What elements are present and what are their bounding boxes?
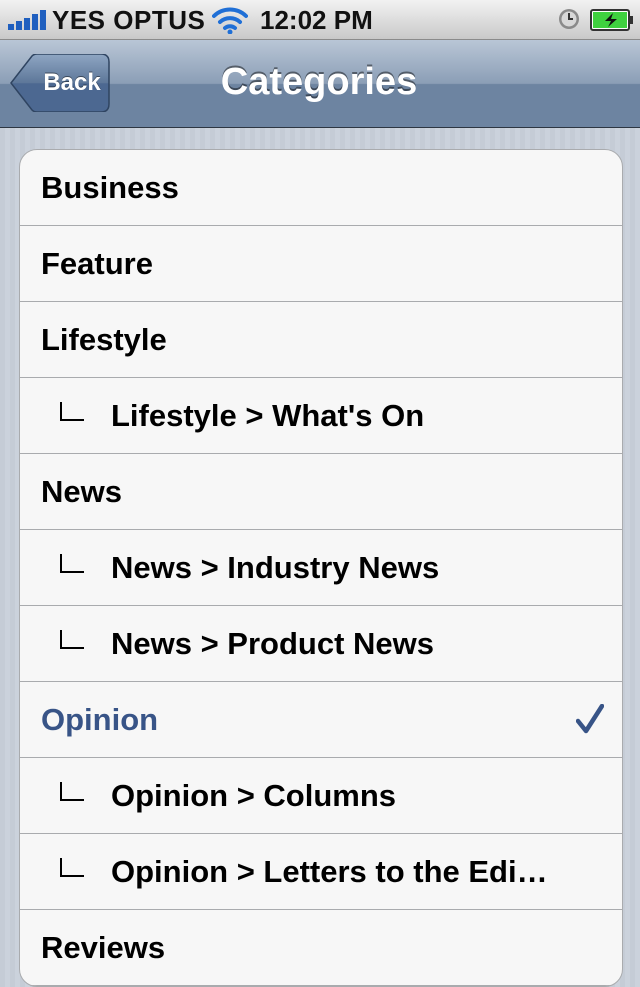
- checkmark-icon: [576, 704, 604, 734]
- back-button-label: Back: [43, 69, 101, 96]
- category-row[interactable]: News: [20, 454, 622, 530]
- category-label: Business: [41, 170, 179, 205]
- signal-bars-icon: [8, 10, 46, 30]
- subcategory-indent-icon: [60, 858, 84, 877]
- subcategory-indent-icon: [60, 630, 84, 649]
- status-bar: YES OPTUS 12:02 PM: [0, 0, 640, 40]
- subcategory-indent-icon: [60, 402, 84, 421]
- alarm-clock-icon: [559, 9, 579, 29]
- category-row[interactable]: Business: [20, 150, 622, 226]
- category-label: Opinion: [41, 702, 159, 737]
- category-row[interactable]: Lifestyle: [20, 302, 622, 378]
- category-row[interactable]: Opinion: [20, 682, 622, 758]
- carrier-name: YES OPTUS: [52, 5, 206, 35]
- category-label: News: [41, 474, 122, 509]
- status-time: 12:02 PM: [260, 5, 373, 35]
- category-label: Opinion > Letters to the Edi…: [111, 854, 548, 889]
- category-list: Business Feature Lifestyle Lifestyle > What…: [19, 149, 623, 987]
- wifi-icon: [212, 7, 248, 34]
- navigation-bar: Back Categories: [0, 40, 640, 128]
- category-row[interactable]: Opinion > Columns: [20, 758, 622, 834]
- category-row[interactable]: Feature: [20, 226, 622, 302]
- category-label: Reviews: [41, 930, 166, 965]
- subcategory-indent-icon: [60, 554, 84, 573]
- category-row[interactable]: Opinion > Letters to the Edi…: [20, 834, 622, 910]
- battery-charging-icon: [590, 9, 633, 31]
- category-row[interactable]: News > Product News: [20, 606, 622, 682]
- category-label: Opinion > Columns: [111, 778, 397, 813]
- category-label: Lifestyle: [41, 322, 167, 357]
- page-title: Categories: [220, 61, 418, 103]
- back-button[interactable]: Back: [10, 54, 110, 112]
- category-label: News > Product News: [111, 626, 435, 661]
- category-row[interactable]: News > Industry News: [20, 530, 622, 606]
- category-label: Lifestyle > What's On: [111, 398, 425, 433]
- category-row[interactable]: Lifestyle > What's On: [20, 378, 622, 454]
- category-label: News > Industry News: [111, 550, 440, 585]
- subcategory-indent-icon: [60, 782, 84, 801]
- category-row[interactable]: Reviews: [20, 910, 622, 986]
- category-label: Feature: [41, 246, 153, 281]
